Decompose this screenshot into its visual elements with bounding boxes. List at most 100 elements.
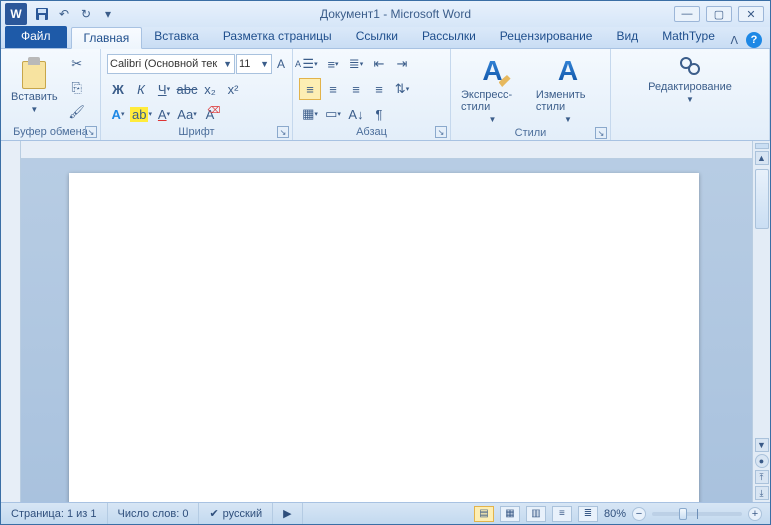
italic-button[interactable]: К xyxy=(130,78,152,100)
minimize-button[interactable]: ― xyxy=(674,6,700,22)
bold-button[interactable]: Ж xyxy=(107,78,129,100)
browse-object-icon[interactable]: ● xyxy=(755,454,769,468)
collapse-ribbon-icon[interactable]: ᐱ xyxy=(730,34,738,47)
tab-home[interactable]: Главная xyxy=(71,27,143,49)
line-spacing-button[interactable]: ⇅▾ xyxy=(391,78,413,100)
prev-page-icon[interactable]: ⤒ xyxy=(755,470,769,484)
status-language[interactable]: ✔русский xyxy=(199,503,273,524)
tab-references[interactable]: Ссылки xyxy=(344,26,410,48)
align-right-button[interactable]: ≡ xyxy=(345,78,367,100)
status-page[interactable]: Страница: 1 из 1 xyxy=(1,503,108,524)
close-button[interactable]: ✕ xyxy=(738,6,764,22)
change-styles-label: Изменить стили xyxy=(536,89,600,113)
align-center-button[interactable]: ≡ xyxy=(322,78,344,100)
tab-view[interactable]: Вид xyxy=(604,26,650,48)
font-size-select[interactable]: 11▼ xyxy=(236,54,272,74)
launcher-icon[interactable]: ↘ xyxy=(85,126,97,138)
bullets-button[interactable]: ☰▾ xyxy=(299,53,321,75)
undo-icon[interactable]: ↶ xyxy=(55,5,73,23)
window-title: Документ1 - Microsoft Word xyxy=(117,7,674,21)
tab-file[interactable]: Файл xyxy=(5,26,67,48)
page[interactable] xyxy=(69,173,699,502)
copy-icon[interactable]: ⎘ xyxy=(66,77,88,99)
launcher-icon[interactable]: ↘ xyxy=(595,127,607,139)
redo-icon[interactable]: ↻ xyxy=(77,5,95,23)
print-layout-view-icon[interactable]: ▤ xyxy=(474,506,494,522)
text-effects-button[interactable]: A▾ xyxy=(107,103,129,125)
numbering-button[interactable]: ≡▾ xyxy=(322,53,344,75)
clear-formatting-icon[interactable]: A⌫ xyxy=(199,103,221,125)
launcher-icon[interactable]: ↘ xyxy=(435,126,447,138)
next-page-icon[interactable]: ⤓ xyxy=(755,486,769,500)
window-controls: ― ▢ ✕ xyxy=(674,6,770,22)
vertical-ruler[interactable] xyxy=(1,141,21,502)
justify-button[interactable]: ≡ xyxy=(368,78,390,100)
document-viewport[interactable] xyxy=(21,141,752,502)
subscript-button[interactable]: x₂ xyxy=(199,78,221,100)
multilevel-list-button[interactable]: ≣▾ xyxy=(345,53,367,75)
group-styles: A Экспресс-стили ▼ A Изменить стили ▼ Ст… xyxy=(451,49,611,140)
zoom-in-button[interactable]: + xyxy=(748,507,762,521)
qat-dropdown-icon[interactable]: ▾ xyxy=(99,5,117,23)
font-color-button[interactable]: A▾ xyxy=(153,103,175,125)
increase-indent-icon[interactable]: ⇥ xyxy=(391,53,413,75)
quick-styles-label: Экспресс-стили xyxy=(461,89,524,113)
sort-icon[interactable]: A↓ xyxy=(345,103,367,125)
cut-icon[interactable]: ✂ xyxy=(66,53,88,75)
group-label-editing xyxy=(611,125,769,140)
zoom-knob[interactable] xyxy=(679,508,687,520)
show-marks-icon[interactable]: ¶ xyxy=(368,103,390,125)
scroll-up-icon[interactable]: ▲ xyxy=(755,151,769,165)
help-icon[interactable]: ? xyxy=(746,32,762,48)
align-left-button[interactable]: ≡ xyxy=(299,78,321,100)
vertical-scrollbar[interactable]: ▲ ▼ ● ⤒ ⤓ xyxy=(752,141,770,502)
borders-button[interactable]: ▭▾ xyxy=(322,103,344,125)
group-label-paragraph: Абзац↘ xyxy=(293,125,450,140)
zoom-slider[interactable] xyxy=(652,512,742,516)
launcher-icon[interactable]: ↘ xyxy=(277,126,289,138)
status-macro[interactable]: ▶ xyxy=(273,503,302,524)
document-area: ▲ ▼ ● ⤒ ⤓ xyxy=(1,141,770,502)
web-layout-view-icon[interactable]: ▥ xyxy=(526,506,546,522)
horizontal-ruler[interactable] xyxy=(21,141,752,159)
status-words[interactable]: Число слов: 0 xyxy=(108,503,200,524)
change-case-button[interactable]: Aa▾ xyxy=(176,103,198,125)
quick-styles-button[interactable]: A Экспресс-стили ▼ xyxy=(457,53,528,126)
grow-font-icon[interactable]: A xyxy=(273,53,289,75)
format-painter-icon[interactable]: 🖌 xyxy=(66,101,88,123)
font-name-select[interactable]: Calibri (Основной тек▼ xyxy=(107,54,235,74)
fullscreen-reading-view-icon[interactable]: ▦ xyxy=(500,506,520,522)
group-label-clipboard: Буфер обмена↘ xyxy=(1,125,100,140)
tab-insert[interactable]: Вставка xyxy=(142,26,211,48)
zoom-value[interactable]: 80% xyxy=(604,508,626,520)
tab-review[interactable]: Рецензирование xyxy=(488,26,605,48)
tab-layout[interactable]: Разметка страницы xyxy=(211,26,344,48)
zoom-out-button[interactable]: − xyxy=(632,507,646,521)
chevron-down-icon: ▼ xyxy=(257,59,269,69)
maximize-button[interactable]: ▢ xyxy=(706,6,732,22)
tab-mailings[interactable]: Рассылки xyxy=(410,26,488,48)
chevron-down-icon: ▼ xyxy=(489,115,497,124)
styles-icon: A xyxy=(482,55,502,87)
split-handle[interactable] xyxy=(755,143,769,149)
superscript-button[interactable]: x² xyxy=(222,78,244,100)
statusbar: Страница: 1 из 1 Число слов: 0 ✔русский … xyxy=(1,502,770,524)
scroll-thumb[interactable] xyxy=(755,169,769,229)
group-paragraph: ☰▾ ≡▾ ≣▾ ⇤ ⇥ ≡ ≡ ≡ ≡ ⇅▾ ▦▾ ▭▾ A↓ ¶ Абзац… xyxy=(293,49,451,140)
group-font: Calibri (Основной тек▼ 11▼ A A Ж К Ч▾ ab… xyxy=(101,49,293,140)
scroll-down-icon[interactable]: ▼ xyxy=(755,438,769,452)
decrease-indent-icon[interactable]: ⇤ xyxy=(368,53,390,75)
ribbon-tabs: Файл Главная Вставка Разметка страницы С… xyxy=(1,27,770,49)
paste-label: Вставить xyxy=(11,91,58,103)
editing-button[interactable]: Редактирование ▼ xyxy=(644,53,736,106)
highlight-button[interactable]: ab▾ xyxy=(130,103,152,125)
change-styles-button[interactable]: A Изменить стили ▼ xyxy=(532,53,604,126)
save-icon[interactable] xyxy=(33,5,51,23)
strikethrough-button[interactable]: abc xyxy=(176,78,198,100)
shading-button[interactable]: ▦▾ xyxy=(299,103,321,125)
underline-button[interactable]: Ч▾ xyxy=(153,78,175,100)
tab-mathtype[interactable]: MathType xyxy=(650,26,727,48)
draft-view-icon[interactable]: ≣ xyxy=(578,506,598,522)
outline-view-icon[interactable]: ≡ xyxy=(552,506,572,522)
paste-button[interactable]: Вставить ▼ xyxy=(7,53,62,116)
